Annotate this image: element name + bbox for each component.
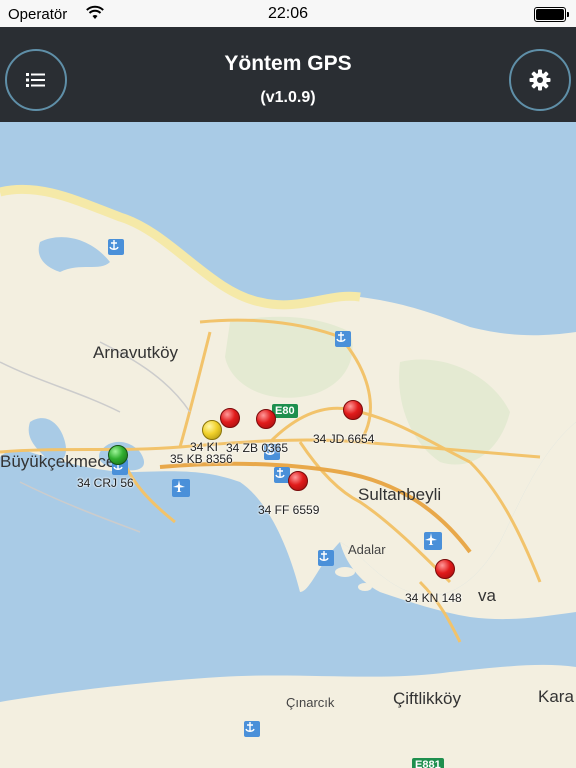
place-cinarcik: Çınarcık [286,695,335,710]
airport-icon [172,479,190,497]
port-anchor-icon [335,331,351,347]
vehicle-marker[interactable] [108,445,128,465]
airport-icon [424,532,442,550]
vehicle-marker[interactable] [256,409,276,429]
gear-icon [529,69,551,91]
map-view[interactable]: Arnavutköy Büyükçekmece Sultanbeyli Adal… [0,122,576,768]
vehicle-marker[interactable] [220,408,240,428]
vehicle-plate: 34 ZB 0365 [226,441,289,455]
vehicle-plate: 34 JD 6654 [313,432,375,446]
place-ciftlikkoy: Çiftlikköy [393,689,462,708]
port-anchor-icon [244,721,260,737]
place-kara: Kara [538,687,574,706]
page-title: Yöntem GPS [224,52,352,75]
vehicle-plate: 35 KB 8356 [170,452,233,466]
place-sultanbeyli: Sultanbeyli [358,485,442,504]
place-tuzla: va [478,586,496,605]
vehicle-marker[interactable] [343,400,363,420]
clock: 22:06 [267,5,309,22]
vehicle-plate: 34 FF 6559 [258,503,320,517]
navigation-bar: Yöntem GPS (v1.0.9) [0,27,576,122]
vehicle-marker[interactable] [288,471,308,491]
vehicle-marker[interactable] [435,559,455,579]
place-buyukcekmece: Büyükçekmece [0,452,116,471]
place-adalar: Adalar [348,542,386,557]
settings-button[interactable] [509,49,571,111]
vehicle-plate: 34 CRJ 56 [77,476,134,490]
road-shield-e80: E80 [272,404,298,418]
road-shield-e881: E881 [412,758,444,768]
vehicle-marker[interactable] [202,420,222,440]
app-version: (v1.0.9) [260,89,316,106]
place-arnavutkoy: Arnavutköy [93,343,179,362]
vehicle-plate: 34 KN 148 [405,591,462,605]
port-anchor-icon [108,239,124,255]
status-bar: Operatör 22:06 [0,0,576,27]
battery-icon [534,7,569,22]
port-anchor-icon [318,550,334,566]
